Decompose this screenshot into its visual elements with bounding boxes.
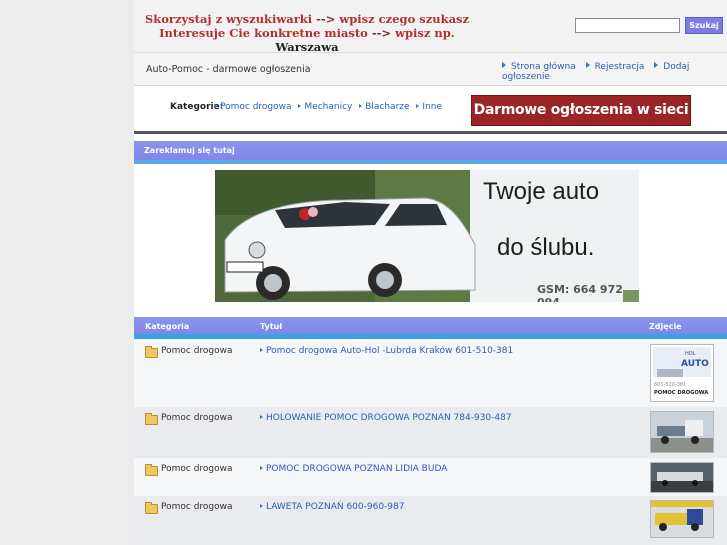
listing-title: HOLOWANIE POMOC DROGOWA POZNAN 784-930-4…: [266, 413, 512, 423]
listings-table-header: Kategoria Tytuł Zdjęcie: [134, 317, 727, 339]
arrow-right-icon: [359, 104, 363, 108]
category-link-pomoc-drogowa[interactable]: Pomoc drogowa: [214, 102, 292, 112]
arrow-right-icon: [654, 62, 659, 68]
table-row: Pomoc drogowa HOLOWANIE POMOC DROGOWA PO…: [134, 407, 727, 458]
table-row: Pomoc drogowa Pomoc drogowa Auto-Hol -Lu…: [134, 340, 727, 407]
listing-thumbnail[interactable]: [650, 462, 714, 493]
category-link-mechanicy[interactable]: Mechanicy: [298, 102, 352, 112]
header: Skorzystaj z wyszukiwarki --> wpisz czeg…: [134, 0, 727, 54]
ad-headline: Twoje auto: [483, 178, 600, 205]
folder-icon: [145, 464, 158, 476]
table-row: Pomoc drogowa LAWETA POZNAŃ 600-960-987: [134, 496, 727, 545]
svg-text:HOL: HOL: [685, 351, 696, 357]
arrow-right-icon: [260, 415, 263, 419]
nav-link-register[interactable]: Rejestracja: [585, 62, 645, 72]
nav-link-label: Rejestracja: [594, 62, 645, 72]
column-header: Tytuł: [260, 322, 283, 331]
ad-headline: do ślubu.: [497, 234, 595, 261]
arrow-right-icon: [585, 62, 590, 68]
ad-banner[interactable]: Twoje auto do ślubu. GSM: 664 972 094: [215, 170, 639, 302]
category-links: Pomoc drogowa Mechanicy Blacharze Inne: [214, 102, 446, 112]
listing-thumbnail[interactable]: [650, 500, 714, 538]
promo-text: Interesuje Cie konkretne miasto: [159, 26, 368, 40]
category-link-blacharze[interactable]: Blacharze: [359, 102, 410, 112]
divider: [134, 131, 727, 134]
row-category: Pomoc drogowa: [161, 464, 233, 474]
advertise-link[interactable]: Zareklamuj się tutaj: [144, 146, 235, 155]
promo-text: wpisz czego szukasz: [339, 12, 470, 26]
category-link-inne[interactable]: Inne: [416, 102, 442, 112]
advertise-bar: Zareklamuj się tutaj: [134, 141, 727, 164]
promo-arrow: -->: [371, 26, 392, 40]
column-header: Zdjęcie: [649, 322, 682, 331]
site-title: Auto-Pomoc - darmowe ogłoszenia: [146, 64, 311, 75]
category-label: Inne: [422, 102, 443, 112]
thumbnail-image: [651, 463, 713, 492]
arrow-right-icon: [260, 504, 263, 508]
promo-arrow: -->: [316, 12, 336, 26]
svg-text:POMOC DROGOWA: POMOC DROGOWA: [654, 390, 708, 396]
top-nav: Strona główna Rejestracja Dodaj ogłoszen…: [502, 62, 727, 82]
table-row: Pomoc drogowa POMOC DROGOWA POZNAN LIDIA…: [134, 458, 727, 496]
free-ads-banner[interactable]: Darmowe ogłoszenia w sieci !!: [471, 95, 691, 147]
row-category: Pomoc drogowa: [161, 502, 233, 512]
arrow-right-icon: [214, 104, 217, 108]
search-button[interactable]: Szukaj: [685, 17, 723, 34]
folder-icon: [145, 413, 158, 425]
promo-city: Warszawa: [275, 40, 339, 54]
row-category: Pomoc drogowa: [161, 346, 233, 356]
svg-text:AUTO: AUTO: [681, 359, 709, 369]
ad-phone: GSM: 664 972 094: [537, 283, 623, 302]
nav-bar: Auto-Pomoc - darmowe ogłoszenia Strona g…: [134, 53, 727, 86]
folder-icon: [145, 346, 158, 358]
listing-title: Pomoc drogowa Auto-Hol -Lubrda Kraków 60…: [266, 346, 514, 356]
listing-title: LAWETA POZNAŃ 600-960-987: [266, 502, 405, 512]
thumbnail-image: HOL AUTO 601-510-381 POMOC DROGOWA: [651, 345, 713, 401]
arrow-right-icon: [260, 466, 263, 470]
listing-link[interactable]: POMOC DROGOWA POZNAN LIDIA BUDA: [260, 464, 447, 474]
page: Skorzystaj z wyszukiwarki --> wpisz czeg…: [134, 0, 727, 545]
arrow-right-icon: [298, 104, 302, 108]
arrow-right-icon: [502, 62, 506, 68]
arrow-right-icon: [416, 104, 420, 108]
column-header: Kategoria: [145, 322, 190, 331]
search-input[interactable]: [575, 18, 680, 33]
thumbnail-image: [651, 412, 713, 452]
svg-text:601-510-381: 601-510-381: [654, 382, 686, 388]
row-category: Pomoc drogowa: [161, 413, 233, 423]
nav-link-label: Strona główna: [511, 62, 576, 72]
listing-thumbnail[interactable]: [650, 411, 714, 453]
nav-link-home[interactable]: Strona główna: [502, 62, 576, 72]
promo-text: Skorzystaj z wyszukiwarki: [144, 12, 313, 26]
listing-title: POMOC DROGOWA POZNAN LIDIA BUDA: [266, 464, 448, 474]
category-label: Blacharze: [365, 102, 410, 112]
promo-text: wpisz np.: [395, 26, 455, 40]
arrow-right-icon: [260, 348, 263, 352]
search-hint: Skorzystaj z wyszukiwarki --> wpisz czeg…: [142, 12, 472, 54]
listing-thumbnail[interactable]: HOL AUTO 601-510-381 POMOC DROGOWA: [650, 344, 714, 402]
folder-icon: [145, 502, 158, 514]
category-label: Mechanicy: [304, 102, 353, 112]
listing-link[interactable]: LAWETA POZNAŃ 600-960-987: [260, 502, 404, 512]
category-label: Pomoc drogowa: [220, 102, 292, 112]
listing-link[interactable]: HOLOWANIE POMOC DROGOWA POZNAN 784-930-4…: [260, 413, 512, 423]
thumbnail-image: [651, 501, 713, 537]
listing-link[interactable]: Pomoc drogowa Auto-Hol -Lubrda Kraków 60…: [260, 346, 513, 356]
